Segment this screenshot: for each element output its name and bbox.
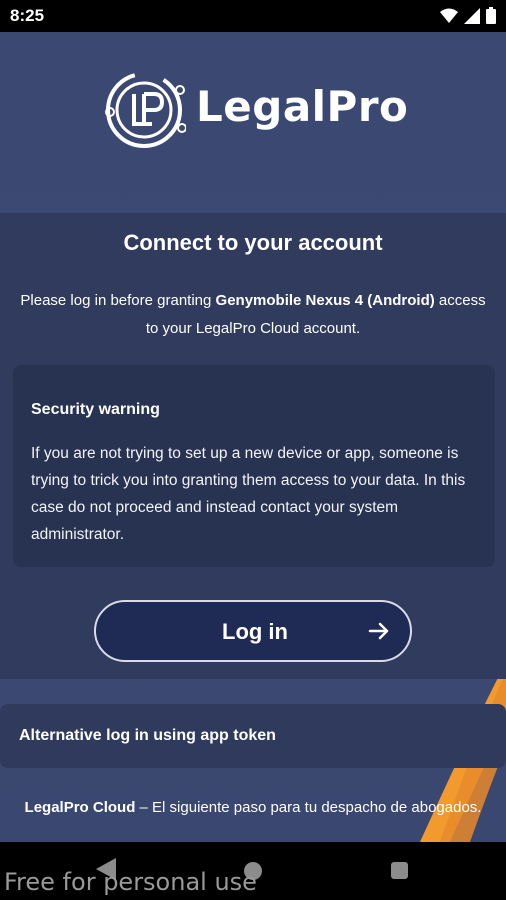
device-name: Genymobile Nexus 4 (Android)	[215, 292, 435, 309]
watermark: Free for personal use	[4, 868, 257, 896]
wifi-icon	[440, 8, 458, 23]
signal-icon	[464, 7, 480, 24]
status-icons	[440, 7, 496, 24]
connect-description: Please log in before granting Genymobile…	[20, 287, 486, 343]
login-button-label: Log in	[222, 619, 288, 644]
page-title: Connect to your account	[123, 230, 383, 255]
brand-name: LegalPro	[196, 82, 409, 131]
security-warning-text: If you are not trying to set up a new de…	[31, 445, 466, 543]
security-warning-title: Security warning	[31, 401, 160, 418]
desc-prefix: Please log in before granting	[20, 292, 216, 309]
status-bar: 8:25	[0, 0, 506, 32]
legalpro-logo-icon	[105, 72, 186, 148]
footer-tagline-text: – El siguiente paso para tu despacho de …	[135, 799, 482, 816]
recents-icon[interactable]	[391, 862, 408, 879]
alternative-login-label[interactable]: Alternative log in using app token	[19, 727, 276, 745]
footer-tagline: LegalPro Cloud – El siguiente paso para …	[20, 794, 486, 821]
login-button[interactable]: Log in	[94, 600, 412, 662]
footer-brand: LegalPro Cloud	[24, 799, 136, 816]
arrow-right-icon	[368, 622, 389, 640]
status-time: 8:25	[10, 6, 45, 25]
battery-icon	[486, 7, 496, 24]
